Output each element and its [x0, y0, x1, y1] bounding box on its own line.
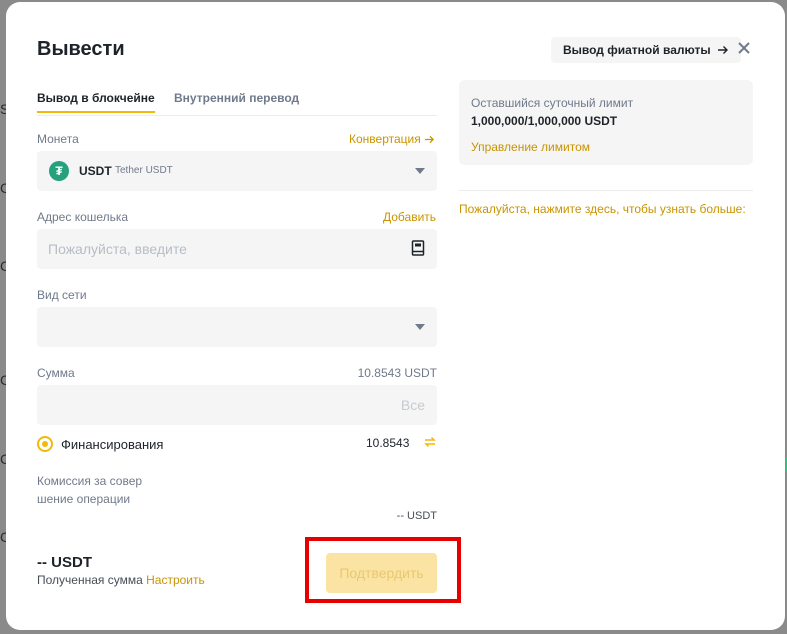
- coin-label: Монета: [37, 132, 79, 146]
- tab-internal-transfer[interactable]: Внутренний перевод: [174, 91, 299, 105]
- network-select[interactable]: [37, 307, 437, 347]
- address-input[interactable]: Пожалуйста, введите: [37, 229, 437, 269]
- coin-select[interactable]: ₮ USDT Tether USDT: [37, 151, 437, 191]
- receive-label-row: Полученная сумма Настроить: [37, 573, 205, 587]
- modal-title: Вывести: [37, 38, 125, 60]
- learn-more-link[interactable]: Пожалуйста, нажмите здесь, чтобы узнать …: [459, 202, 746, 216]
- funding-radio[interactable]: [37, 436, 53, 452]
- amount-input[interactable]: Все: [37, 385, 437, 425]
- coin-name: Tether USDT: [115, 165, 173, 176]
- address-book-icon[interactable]: [411, 240, 425, 256]
- arrow-right-icon: [424, 135, 434, 143]
- withdraw-tabs: Вывод в блокчейне Внутренний перевод: [37, 88, 437, 116]
- coin-symbol: USDT: [79, 164, 112, 178]
- receive-label: Полученная сумма: [37, 573, 143, 587]
- fee-label: Комиссия за совершение операции: [37, 474, 143, 506]
- network-label: Вид сети: [37, 288, 87, 302]
- address-placeholder: Пожалуйста, введите: [48, 241, 187, 257]
- fiat-withdraw-button[interactable]: Вывод фиатной валюты: [551, 37, 741, 63]
- chevron-down-icon: [415, 324, 425, 330]
- limit-value: 1,000,000/1,000,000 USDT: [471, 114, 618, 128]
- address-label: Адрес кошелька: [37, 210, 129, 224]
- close-icon[interactable]: [736, 40, 752, 56]
- daily-limit-panel: Оставшийся суточный лимит 1,000,000/1,00…: [459, 80, 753, 165]
- receive-amount: -- USDT: [37, 554, 92, 571]
- divider: [459, 190, 753, 191]
- tab-onchain[interactable]: Вывод в блокчейне: [37, 91, 155, 113]
- available-balance: 10.8543 USDT: [357, 366, 437, 380]
- add-address-link[interactable]: Добавить: [383, 210, 436, 224]
- tether-icon: ₮: [49, 161, 69, 181]
- convert-link-label: Конвертация: [349, 132, 421, 146]
- amount-label: Сумма: [37, 366, 75, 380]
- funding-label: Финансирования: [61, 437, 164, 452]
- limit-title: Оставшийся суточный лимит: [471, 96, 634, 110]
- funding-balance: 10.8543: [366, 436, 410, 450]
- convert-link[interactable]: Конвертация: [349, 132, 435, 146]
- swap-icon[interactable]: [423, 435, 437, 449]
- adjust-link[interactable]: Настроить: [146, 573, 205, 587]
- chevron-down-icon: [415, 168, 425, 174]
- fiat-withdraw-label: Вывод фиатной валюты: [563, 43, 711, 57]
- withdraw-modal: Вывести Вывод фиатной валюты Вывод в бло…: [6, 2, 785, 630]
- fee-value: -- USDT: [396, 510, 437, 522]
- highlight-box: [305, 537, 461, 603]
- manage-limit-link[interactable]: Управление лимитом: [471, 140, 590, 154]
- max-all-button[interactable]: Все: [401, 397, 425, 413]
- arrow-right-icon: [717, 46, 728, 54]
